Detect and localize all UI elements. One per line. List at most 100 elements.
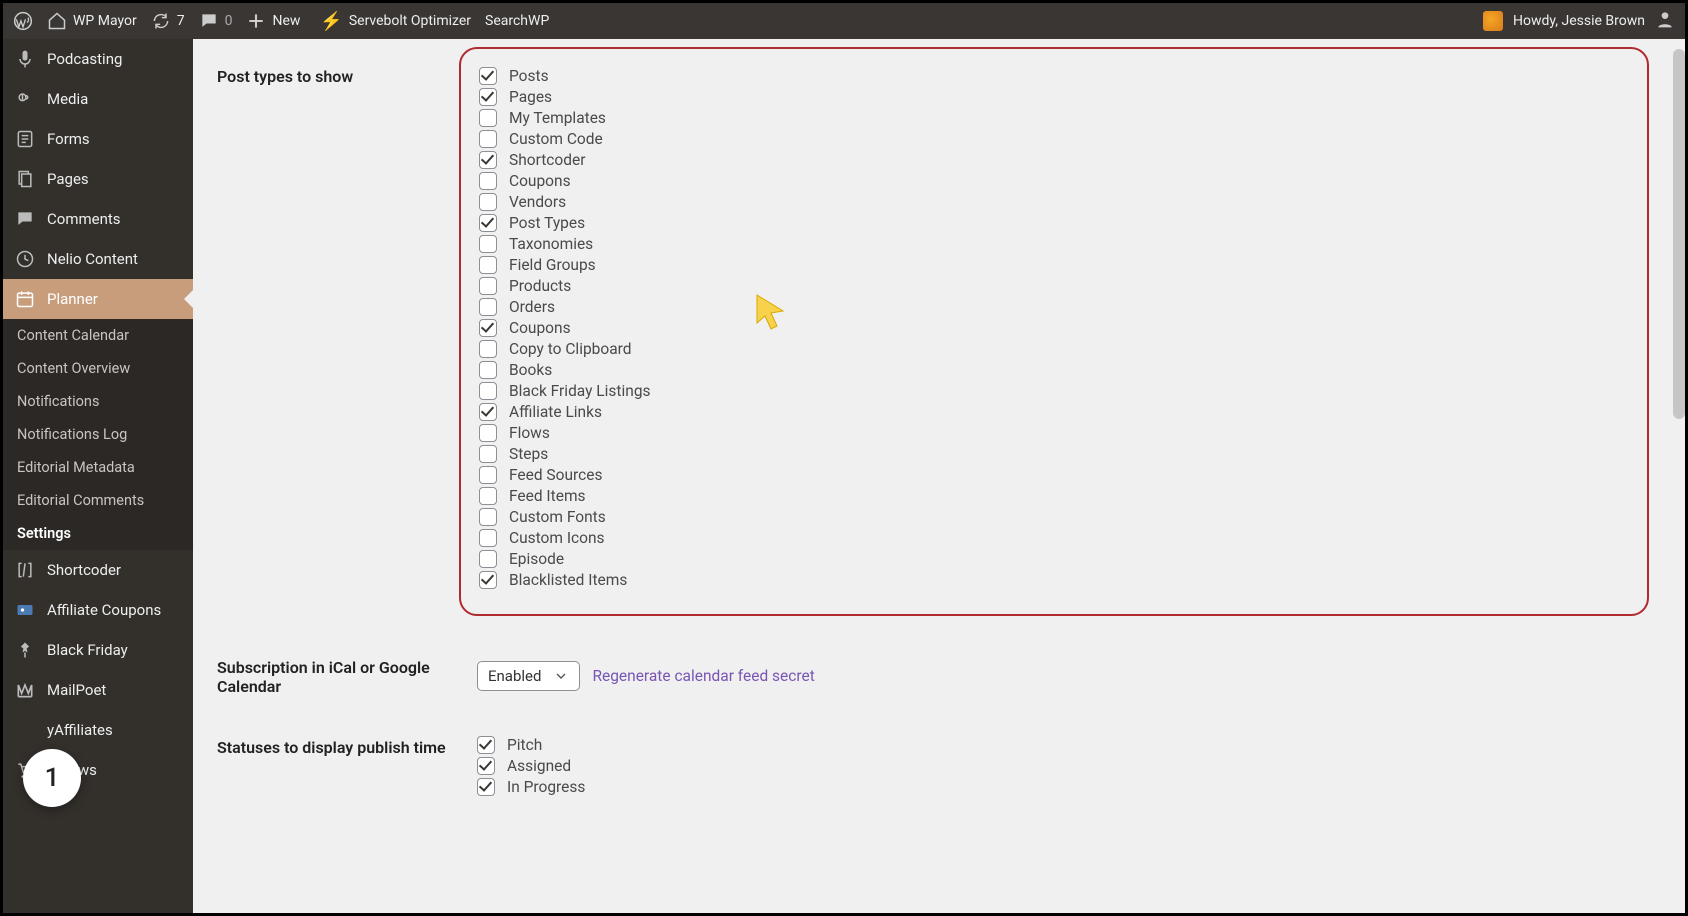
checkbox-orders[interactable] xyxy=(479,298,497,316)
checkbox-label: Coupons xyxy=(509,319,571,337)
sidebar-item-black-friday[interactable]: Black Friday xyxy=(3,630,193,670)
checkbox-row: Coupons xyxy=(479,319,1629,337)
checkbox-pitch[interactable] xyxy=(477,736,495,754)
checkbox-custom-icons[interactable] xyxy=(479,529,497,547)
checkbox-copy-to-clipboard[interactable] xyxy=(479,340,497,358)
sidebar-item-yaffiliates[interactable]: yAffiliates xyxy=(3,710,193,750)
checkbox-row: Taxonomies xyxy=(479,235,1629,253)
checkbox-coupons[interactable] xyxy=(479,319,497,337)
checkbox-label: Flows xyxy=(509,424,550,442)
checkbox-pages[interactable] xyxy=(479,88,497,106)
checkbox-label: My Templates xyxy=(509,109,606,127)
checkbox-feed-items[interactable] xyxy=(479,487,497,505)
comments-count: 0 xyxy=(225,13,233,29)
sidebar-item-forms[interactable]: Forms xyxy=(3,119,193,159)
checkbox-posts[interactable] xyxy=(479,67,497,85)
checkbox-label: Coupons xyxy=(509,172,571,190)
checkbox-in-progress[interactable] xyxy=(477,778,495,796)
checkbox-post-types[interactable] xyxy=(479,214,497,232)
sidebar-label: Media xyxy=(47,90,88,108)
new-content-link[interactable]: New xyxy=(246,11,300,31)
regenerate-link[interactable]: Regenerate calendar feed secret xyxy=(592,667,814,685)
wp-logo[interactable] xyxy=(13,11,33,31)
step-badge: 1 xyxy=(23,749,81,807)
sidebar-item-podcasting[interactable]: Podcasting xyxy=(3,39,193,79)
checkbox-label: Field Groups xyxy=(509,256,596,274)
checkbox-assigned[interactable] xyxy=(477,757,495,775)
statuses-label: Statuses to display publish time xyxy=(217,736,477,799)
checkbox-custom-fonts[interactable] xyxy=(479,508,497,526)
submenu-item-notifications[interactable]: Notifications xyxy=(3,385,193,418)
checkbox-row: My Templates xyxy=(479,109,1629,127)
submenu-item-settings[interactable]: Settings xyxy=(3,517,193,550)
sidebar-item-nelio-content[interactable]: Nelio Content xyxy=(3,239,193,279)
updates-link[interactable]: 7 xyxy=(151,11,185,31)
checkbox-black-friday-listings[interactable] xyxy=(479,382,497,400)
checkbox-label: Products xyxy=(509,277,571,295)
checkbox-row: Blacklisted Items xyxy=(479,571,1629,589)
sidebar-item-pages[interactable]: Pages xyxy=(3,159,193,199)
user-icon[interactable] xyxy=(1655,9,1675,33)
checkbox-products[interactable] xyxy=(479,277,497,295)
checkbox-row: Feed Sources xyxy=(479,466,1629,484)
sidebar-item-mailpoet[interactable]: MailPoet xyxy=(3,670,193,710)
checkbox-blacklisted-items[interactable] xyxy=(479,571,497,589)
checkbox-row: Pages xyxy=(479,88,1629,106)
checkbox-my-templates[interactable] xyxy=(479,109,497,127)
checkbox-row: Flows xyxy=(479,424,1629,442)
howdy-link[interactable]: Howdy, Jessie Brown xyxy=(1513,13,1645,29)
checkbox-row: Affiliate Links xyxy=(479,403,1629,421)
sidebar-item-shortcoder[interactable]: Shortcoder xyxy=(3,550,193,590)
checkbox-label: Posts xyxy=(509,67,549,85)
checkbox-label: Copy to Clipboard xyxy=(509,340,632,358)
sidebar-item-media[interactable]: Media xyxy=(3,79,193,119)
submenu-item-notifications-log[interactable]: Notifications Log xyxy=(3,418,193,451)
comments-link[interactable]: 0 xyxy=(199,11,233,31)
checkbox-label: Custom Fonts xyxy=(509,508,606,526)
checkbox-flows[interactable] xyxy=(479,424,497,442)
sidebar-item-planner[interactable]: Planner xyxy=(3,279,193,319)
checkbox-row: Custom Code xyxy=(479,130,1629,148)
checkbox-affiliate-links[interactable] xyxy=(479,403,497,421)
sidebar-label: Affiliate Coupons xyxy=(47,601,161,619)
submenu-item-content-overview[interactable]: Content Overview xyxy=(3,352,193,385)
checkbox-custom-code[interactable] xyxy=(479,130,497,148)
scrollbar[interactable] xyxy=(1673,49,1685,419)
post-types-label: Post types to show xyxy=(217,65,477,616)
checkbox-coupons[interactable] xyxy=(479,172,497,190)
checkbox-books[interactable] xyxy=(479,361,497,379)
checkbox-vendors[interactable] xyxy=(479,193,497,211)
subscription-label: Subscription in iCal or Google Calendar xyxy=(217,656,477,696)
checkbox-label: Episode xyxy=(509,550,564,568)
sidebar-label: MailPoet xyxy=(47,681,106,699)
submenu-item-content-calendar[interactable]: Content Calendar xyxy=(3,319,193,352)
howdy-text: Howdy, Jessie Brown xyxy=(1513,13,1645,29)
checkbox-row: Books xyxy=(479,361,1629,379)
checkbox-label: Vendors xyxy=(509,193,566,211)
servebolt-link[interactable]: ⚡Servebolt Optimizer xyxy=(320,11,471,32)
checkbox-label: Pages xyxy=(509,88,552,106)
sidebar-label: yAffiliates xyxy=(47,721,113,739)
checkbox-taxonomies[interactable] xyxy=(479,235,497,253)
checkbox-shortcoder[interactable] xyxy=(479,151,497,169)
submenu-item-editorial-metadata[interactable]: Editorial Metadata xyxy=(3,451,193,484)
checkbox-field-groups[interactable] xyxy=(479,256,497,274)
sidebar-label: Pages xyxy=(47,170,89,188)
checkbox-row: Orders xyxy=(479,298,1629,316)
checkbox-label: In Progress xyxy=(507,778,585,796)
site-name-link[interactable]: WP Mayor xyxy=(47,11,137,31)
searchwp-link[interactable]: SearchWP xyxy=(485,13,549,29)
checkbox-episode[interactable] xyxy=(479,550,497,568)
post-types-highlight: PostsPagesMy TemplatesCustom CodeShortco… xyxy=(459,47,1649,616)
checkbox-label: Feed Items xyxy=(509,487,586,505)
sidebar-item-comments[interactable]: Comments xyxy=(3,199,193,239)
submenu-item-editorial-comments[interactable]: Editorial Comments xyxy=(3,484,193,517)
checkbox-steps[interactable] xyxy=(479,445,497,463)
avatar-icon[interactable] xyxy=(1483,11,1503,31)
checkbox-row: Field Groups xyxy=(479,256,1629,274)
site-name-text: WP Mayor xyxy=(73,13,137,29)
checkbox-row: Products xyxy=(479,277,1629,295)
sidebar-item-affiliate-coupons[interactable]: Affiliate Coupons xyxy=(3,590,193,630)
subscription-select[interactable]: Enabled xyxy=(477,661,580,691)
checkbox-feed-sources[interactable] xyxy=(479,466,497,484)
